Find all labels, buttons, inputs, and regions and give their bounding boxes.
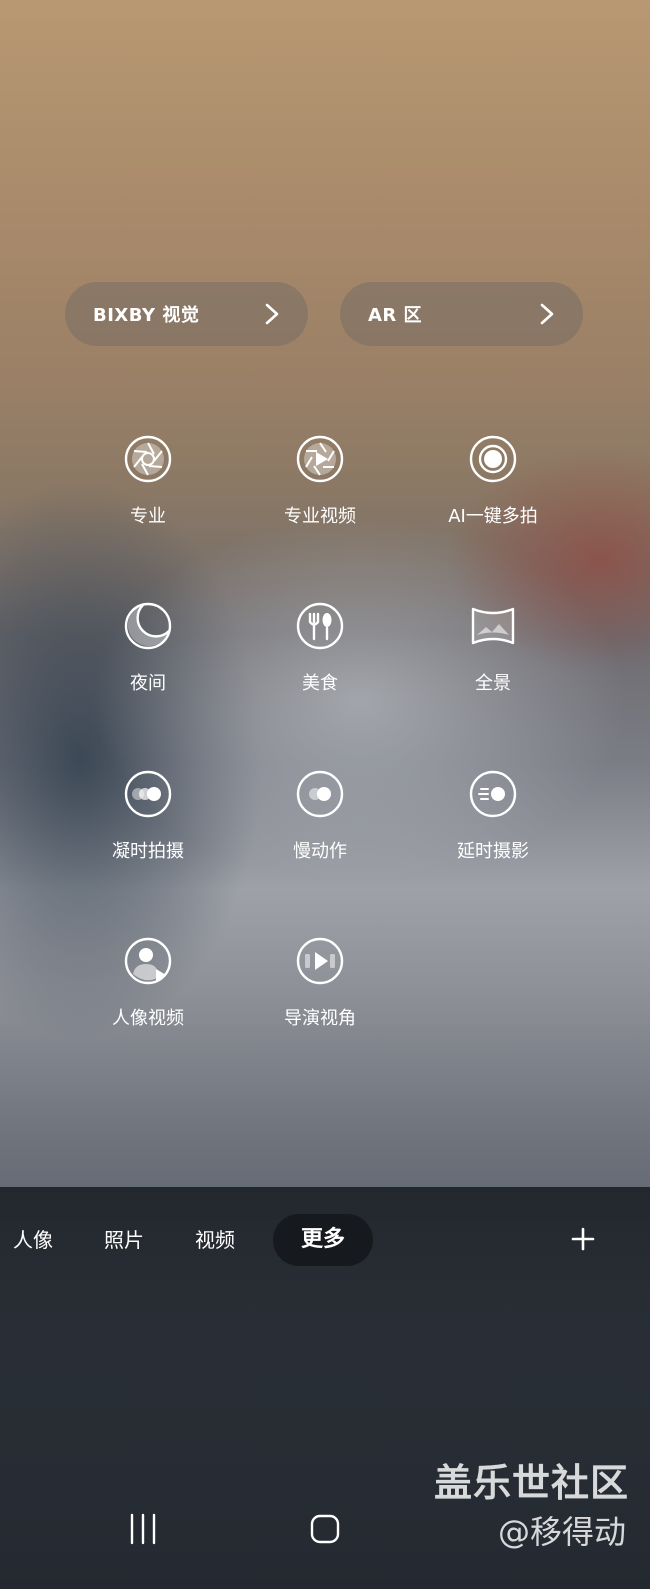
mode-hyperlapse[interactable]: 凝时拍摄 [61,769,235,863]
aperture-icon [124,435,172,483]
slow-motion-icon [296,770,344,818]
bixby-vision-label: BIXBY 视觉 [93,305,200,326]
tab-video[interactable]: 视频 [195,1214,235,1266]
hyperlapse-icon [124,770,172,818]
mode-label: 全景 [475,673,511,694]
mode-panorama[interactable]: 全景 [406,601,580,695]
aperture-play-icon [296,435,344,483]
panorama-icon [471,607,515,645]
mode-label: 慢动作 [293,841,347,862]
single-take-icon [469,435,517,483]
tab-photo[interactable]: 照片 [104,1214,144,1266]
super-slow-motion-icon [469,770,517,818]
watermark-community: 盖乐世社区 [434,1461,630,1505]
mode-single-take[interactable]: AI一键多拍 [406,434,580,528]
mode-label: 美食 [302,673,338,694]
mode-directors-view[interactable]: 导演视角 [233,936,407,1030]
mode-pro[interactable]: 专业 [61,434,235,528]
mode-pro-video[interactable]: 专业视频 [233,434,407,528]
mode-time-lapse[interactable]: 延时摄影 [406,769,580,863]
mode-portrait-video[interactable]: 人像视频 [61,936,235,1030]
camera-mode-tabbar: 人像 照片 视频 更多 [0,1214,650,1266]
tab-more[interactable]: 更多 [273,1214,374,1266]
fork-spoon-icon [296,602,344,650]
mode-label: 夜间 [130,673,166,694]
moon-icon [124,602,172,650]
mode-slow-motion[interactable]: 慢动作 [233,769,407,863]
mode-label: 专业视频 [284,506,356,527]
system-navigation-bar [130,1513,340,1545]
recent-apps-icon[interactable] [130,1513,156,1545]
chevron-right-icon [540,303,554,325]
add-mode-icon[interactable] [570,1226,596,1252]
ar-zone-label: AR 区 [368,305,423,326]
directors-view-icon [296,937,344,985]
mode-night[interactable]: 夜间 [61,601,235,695]
ar-zone-button[interactable]: AR 区 [340,282,583,346]
mode-label: 导演视角 [284,1008,356,1029]
bixby-vision-button[interactable]: BIXBY 视觉 [65,282,308,346]
tab-portrait[interactable]: 人像 [13,1214,53,1266]
mode-label: 延时摄影 [457,841,529,862]
mode-label: 专业 [130,506,166,527]
home-icon[interactable] [310,1514,340,1544]
mode-label: AI一键多拍 [448,506,538,527]
chevron-right-icon [265,303,279,325]
mode-food[interactable]: 美食 [233,601,407,695]
mode-label: 凝时拍摄 [112,841,184,862]
portrait-video-icon [124,937,172,985]
mode-label: 人像视频 [112,1008,184,1029]
